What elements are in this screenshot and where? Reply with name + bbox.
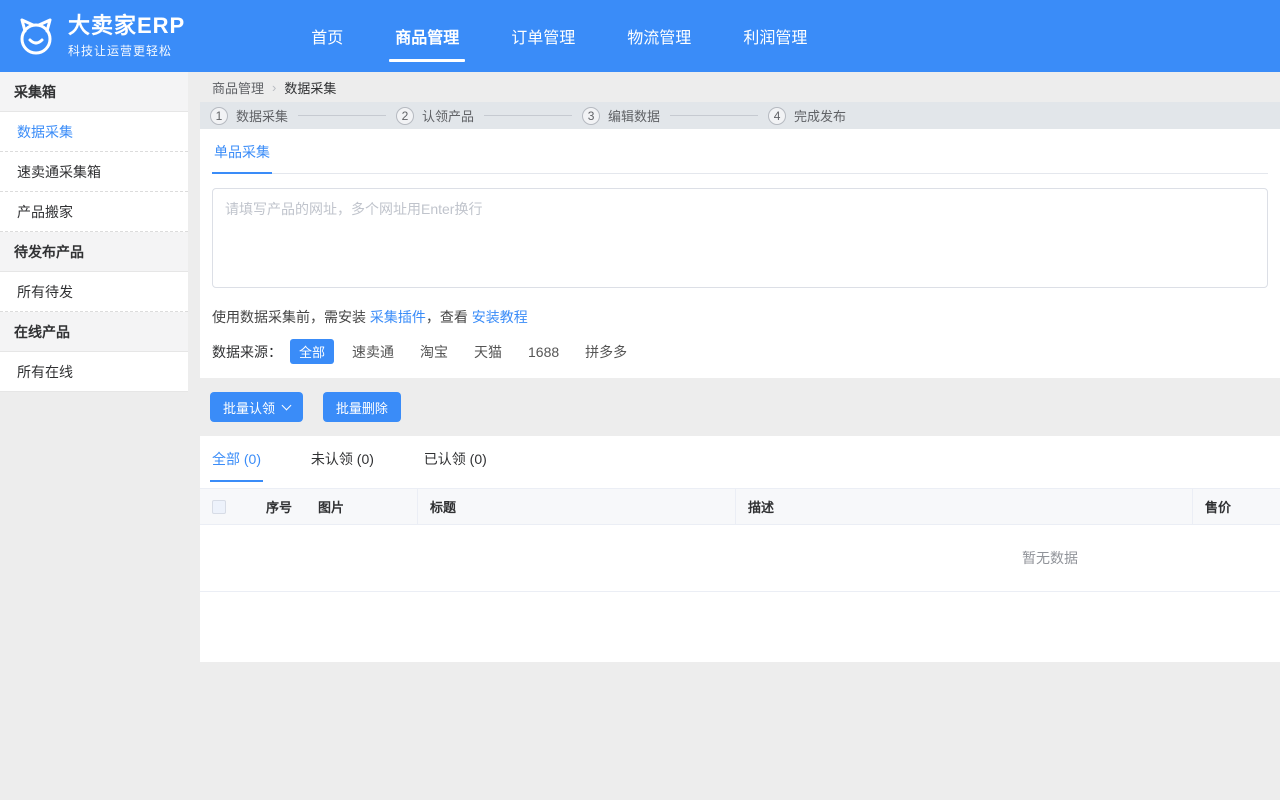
breadcrumb-current: 数据采集 [284,78,336,97]
step-1: 1 数据采集 [210,106,288,125]
source-filter-tmall[interactable]: 天猫 [474,342,502,362]
nav-item-products[interactable]: 商品管理 [393,20,461,52]
steps-bar: 1 数据采集 2 认领产品 3 编辑数据 4 完成发布 [200,102,1280,129]
sidebar-item-product-move[interactable]: 产品搬家 [0,192,188,232]
brand-logo[interactable]: 大卖家ERP 科技让运营更轻松 [0,12,185,60]
step-1-label: 数据采集 [236,106,288,125]
step-3-label: 编辑数据 [608,106,660,125]
main-content: 商品管理 › 数据采集 1 数据采集 2 认领产品 3 编辑数据 4 完成发布 … [200,72,1280,662]
step-connector [298,115,386,116]
sidebar-item-data-collect[interactable]: 数据采集 [0,112,188,152]
cat-mascot-icon [12,12,60,60]
step-4-number: 4 [768,107,786,125]
column-header-num: 序号 [254,489,306,524]
breadcrumb-separator-icon: › [272,80,276,95]
nav-item-logistics[interactable]: 物流管理 [625,20,693,52]
sidebar-item-aliexpress-box[interactable]: 速卖通采集箱 [0,152,188,192]
column-header-desc: 描述 [736,489,1193,524]
step-3: 3 编辑数据 [582,106,660,125]
step-2: 2 认领产品 [396,106,474,125]
breadcrumb: 商品管理 › 数据采集 [200,72,1280,102]
step-connector [484,115,572,116]
column-header-price: 售价 [1193,489,1280,524]
source-filter-1688[interactable]: 1688 [528,344,559,360]
step-3-number: 3 [582,107,600,125]
plugin-hint: 使用数据采集前，需安装 采集插件，查看 安装教程 [212,307,1268,327]
top-header: 大卖家ERP 科技让运营更轻松 首页 商品管理 订单管理 物流管理 利润管理 [0,0,1280,72]
list-tabs: 全部 (0) 未认领 (0) 已认领 (0) [200,436,1280,482]
top-nav: 首页 商品管理 订单管理 物流管理 利润管理 [285,0,833,72]
column-header-title: 标题 [418,489,736,524]
source-filter-aliexpress[interactable]: 速卖通 [352,342,394,362]
source-filter-pinduoduo[interactable]: 拼多多 [585,342,627,362]
step-4: 4 完成发布 [768,106,846,125]
select-all-checkbox[interactable] [212,500,226,514]
batch-delete-button[interactable]: 批量删除 [323,392,401,422]
nav-item-home[interactable]: 首页 [309,20,345,52]
empty-state: 暂无数据 [200,525,1280,592]
step-connector [670,115,758,116]
step-2-label: 认领产品 [422,106,474,125]
hint-text-pre: 使用数据采集前，需安装 [212,309,370,325]
collect-card: 单品采集 使用数据采集前，需安装 采集插件，查看 安装教程 数据来源： 全部 速… [200,129,1280,378]
url-input[interactable] [212,188,1268,288]
step-1-number: 1 [210,107,228,125]
step-2-number: 2 [396,107,414,125]
nav-item-profit[interactable]: 利润管理 [741,20,809,52]
source-filter-taobao[interactable]: 淘宝 [420,342,448,362]
brand-name: 大卖家ERP [68,13,185,39]
sidebar-item-all-online[interactable]: 所有在线 [0,352,188,392]
tab-single-collect[interactable]: 单品采集 [212,129,272,174]
breadcrumb-parent[interactable]: 商品管理 [212,78,264,97]
tutorial-link[interactable]: 安装教程 [472,309,528,325]
step-4-label: 完成发布 [794,106,846,125]
sidebar-section-online: 在线产品 [0,312,188,352]
nav-item-orders[interactable]: 订单管理 [509,20,577,52]
source-label: 数据来源： [212,342,282,362]
sidebar-section-collect-box: 采集箱 [0,72,188,112]
plugin-link[interactable]: 采集插件 [370,309,426,325]
product-table: 序号 图片 标题 描述 售价 暂无数据 [200,488,1280,592]
tab-unclaimed[interactable]: 未认领 (0) [309,436,376,480]
tab-claimed[interactable]: 已认领 (0) [422,436,489,480]
table-header-checkbox-cell [200,489,254,524]
sidebar: 采集箱 数据采集 速卖通采集箱 产品搬家 待发布产品 所有待发 在线产品 所有在… [0,72,188,392]
hint-text-mid: ，查看 [426,309,472,325]
tab-all[interactable]: 全部 (0) [210,436,263,482]
column-header-image: 图片 [306,489,418,524]
data-source-filter: 数据来源： 全部 速卖通 淘宝 天猫 1688 拼多多 [212,339,1268,364]
sidebar-item-all-pending[interactable]: 所有待发 [0,272,188,312]
batch-claim-button[interactable]: 批量认领 [210,392,303,422]
source-filter-all[interactable]: 全部 [290,339,334,364]
sidebar-section-pending: 待发布产品 [0,232,188,272]
batch-claim-label: 批量认领 [223,398,275,417]
chevron-down-icon [282,400,292,410]
batch-actions-bar: 批量认领 批量删除 [200,378,1280,436]
brand-slogan: 科技让运营更轻松 [68,42,185,59]
batch-delete-label: 批量删除 [336,398,388,417]
list-card: 全部 (0) 未认领 (0) 已认领 (0) 序号 图片 标题 描述 售价 暂无… [200,436,1280,662]
table-header-row: 序号 图片 标题 描述 售价 [200,488,1280,525]
collect-tab-row: 单品采集 [212,129,1268,174]
